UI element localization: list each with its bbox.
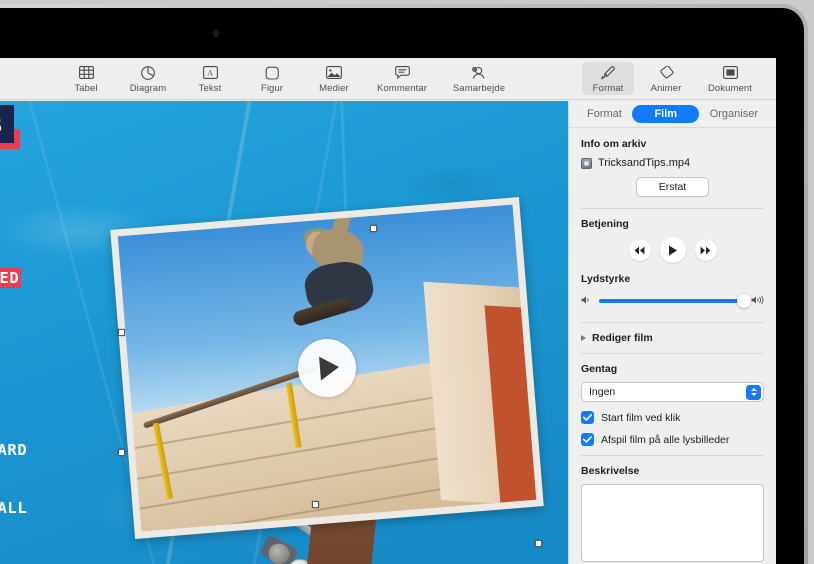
fast-forward-button[interactable] bbox=[695, 239, 717, 261]
comment-icon bbox=[395, 64, 410, 81]
title-chip-label: tips bbox=[0, 105, 14, 143]
description-heading: Beskrivelse bbox=[581, 465, 764, 477]
file-row: TricksandTips.mp4 bbox=[581, 157, 764, 169]
chevron-right-icon bbox=[581, 335, 586, 341]
webcam-icon bbox=[213, 30, 219, 37]
selection-handle-left[interactable] bbox=[118, 329, 125, 336]
toolbar-button-text[interactable]: A Tekst bbox=[184, 62, 236, 95]
edit-movie-disclosure[interactable]: Rediger film bbox=[581, 332, 764, 344]
keynote-window: Tabel Diagram bbox=[0, 58, 776, 564]
movie-file-icon bbox=[581, 158, 592, 169]
toolbar-label-format: Format bbox=[593, 83, 624, 94]
toolbar-label-media: Medier bbox=[319, 83, 349, 94]
tab-format[interactable]: Format bbox=[577, 105, 632, 123]
inspector-tabs: Format Film Organiser bbox=[569, 101, 776, 128]
document-icon bbox=[723, 64, 738, 81]
animate-icon bbox=[659, 64, 674, 81]
speaker-low-icon bbox=[581, 292, 592, 310]
divider bbox=[581, 208, 764, 209]
tab-film[interactable]: Film bbox=[632, 105, 699, 123]
toolbar-label-animate: Animer bbox=[651, 83, 682, 94]
format-brush-icon bbox=[601, 64, 615, 81]
slide-canvas[interactable]: tips LIE: ABLE SPEED CAN N AS YOU , BRIN… bbox=[0, 101, 568, 564]
checkbox-checked-icon bbox=[581, 411, 594, 424]
toolbar-right-group: Format Animer bbox=[582, 62, 762, 95]
skater-figure bbox=[284, 221, 388, 347]
checkbox-label-start-on-click: Start film ved klik bbox=[601, 412, 680, 424]
transport-controls bbox=[581, 237, 764, 263]
volume-fill bbox=[599, 299, 744, 303]
volume-row bbox=[581, 292, 764, 310]
replace-button[interactable]: Erstat bbox=[636, 177, 709, 197]
file-info-heading: Info om arkiv bbox=[581, 138, 764, 150]
volume-slider[interactable] bbox=[599, 299, 744, 303]
selection-handle-bottom[interactable] bbox=[312, 501, 319, 508]
toolbar-label-document: Dokument bbox=[708, 83, 752, 94]
title-chip[interactable]: tips bbox=[0, 105, 14, 143]
toolbar-label-table: Tabel bbox=[74, 83, 97, 94]
play-icon bbox=[319, 355, 340, 380]
repeat-heading: Gentag bbox=[581, 363, 764, 375]
movie-object[interactable] bbox=[122, 213, 552, 543]
toolbar-label-collaborate: Samarbejde bbox=[453, 83, 505, 94]
fast-forward-icon bbox=[700, 246, 711, 255]
rewind-icon bbox=[634, 246, 645, 255]
toolbar-button-comment[interactable]: Kommentar bbox=[370, 62, 434, 95]
movie-frame[interactable] bbox=[110, 197, 544, 539]
svg-text:A: A bbox=[207, 69, 213, 78]
movie-poster-image bbox=[118, 205, 536, 532]
play-icon bbox=[668, 245, 678, 256]
toolbar-button-document[interactable]: Dokument bbox=[698, 62, 762, 95]
table-icon bbox=[79, 64, 94, 81]
toolbar-button-chart[interactable]: Diagram bbox=[122, 62, 174, 95]
toolbar-button-shape[interactable]: Figur bbox=[246, 62, 298, 95]
repeat-popup-menu[interactable]: Ingen bbox=[581, 382, 764, 402]
speaker-high-icon bbox=[751, 292, 764, 310]
volume-heading: Lydstyrke bbox=[581, 273, 764, 285]
volume-knob[interactable] bbox=[737, 294, 751, 308]
toolbar-label-chart: Diagram bbox=[130, 83, 167, 94]
screenshot-root: Tabel Diagram bbox=[0, 0, 814, 564]
selection-handle-bottom-right[interactable] bbox=[535, 540, 542, 547]
toolbar-button-collaborate[interactable]: Samarbejde bbox=[447, 62, 511, 95]
checkbox-play-on-all-slides[interactable]: Afspil film på alle lysbilleder bbox=[581, 433, 764, 446]
selection-handle-bottom-left[interactable] bbox=[118, 449, 125, 456]
controls-heading: Betjening bbox=[581, 218, 764, 230]
media-icon bbox=[326, 64, 342, 81]
checkbox-label-play-on-all-slides: Afspil film på alle lysbilleder bbox=[601, 434, 729, 446]
edit-movie-label: Rediger film bbox=[592, 332, 653, 344]
shape-icon bbox=[265, 64, 280, 81]
checkbox-checked-icon bbox=[581, 433, 594, 446]
tab-organiser[interactable]: Organiser bbox=[700, 105, 768, 123]
skateboard-wheel bbox=[268, 543, 290, 564]
file-name-label: TricksandTips.mp4 bbox=[598, 157, 690, 169]
text-icon: A bbox=[203, 64, 218, 81]
chevron-updown-icon bbox=[746, 385, 761, 400]
toolbar-label-shape: Figur bbox=[261, 83, 283, 94]
format-inspector: Format Film Organiser Info om arkiv Tric… bbox=[568, 101, 776, 564]
selection-handle-top[interactable] bbox=[370, 225, 377, 232]
rewind-button[interactable] bbox=[629, 239, 651, 261]
repeat-selected-value: Ingen bbox=[589, 386, 615, 398]
collaborate-icon bbox=[471, 64, 487, 81]
toolbar-label-text: Tekst bbox=[199, 83, 222, 94]
divider bbox=[581, 455, 764, 456]
replace-button-row: Erstat bbox=[581, 177, 764, 197]
toolbar-button-table[interactable]: Tabel bbox=[60, 62, 112, 95]
toolbar: Tabel Diagram bbox=[0, 58, 776, 100]
toolbar-center-group: Samarbejde bbox=[447, 62, 511, 95]
play-button[interactable] bbox=[660, 237, 686, 263]
divider bbox=[581, 353, 764, 354]
toolbar-button-animate[interactable]: Animer bbox=[640, 62, 692, 95]
inspector-body: Info om arkiv TricksandTips.mp4 Erstat B… bbox=[569, 128, 776, 562]
toolbar-button-format[interactable]: Format bbox=[582, 62, 634, 95]
toolbar-label-comment: Kommentar bbox=[377, 83, 427, 94]
checkbox-start-on-click[interactable]: Start film ved klik bbox=[581, 411, 764, 424]
divider bbox=[581, 322, 764, 323]
toolbar-left-group: Tabel Diagram bbox=[60, 62, 434, 95]
toolbar-button-media[interactable]: Medier bbox=[308, 62, 360, 95]
description-textarea[interactable] bbox=[581, 484, 764, 562]
chart-icon bbox=[141, 64, 155, 81]
